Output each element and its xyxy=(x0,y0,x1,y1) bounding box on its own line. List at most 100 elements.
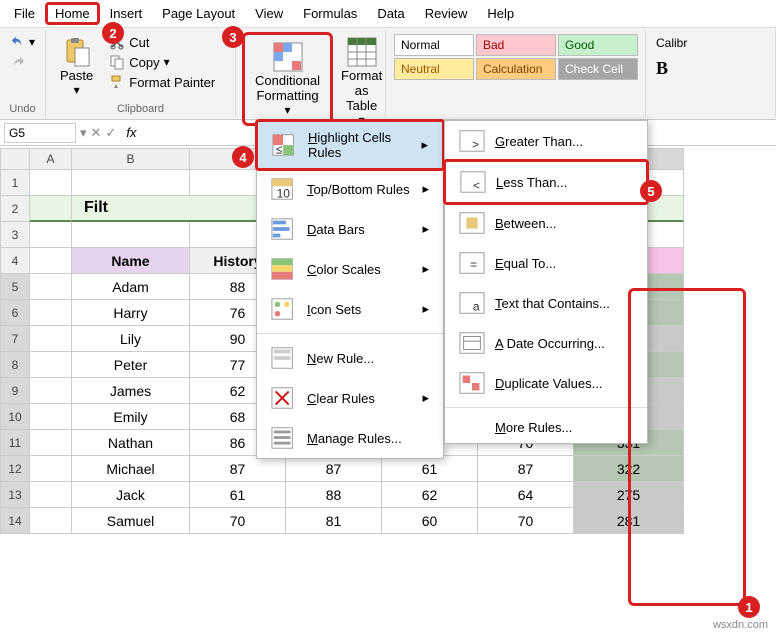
cf-menu-top-bottom-rules[interactable]: 10Top/Bottom Rules▸ xyxy=(257,169,443,209)
cell[interactable] xyxy=(30,378,72,404)
select-all-corner[interactable] xyxy=(0,148,30,170)
copy-button[interactable]: Copy ▾ xyxy=(105,52,219,72)
redo-button[interactable] xyxy=(6,52,39,72)
row-header-3[interactable]: 3 xyxy=(0,222,30,248)
row-header-12[interactable]: 12 xyxy=(0,456,30,482)
history-cell[interactable]: 61 xyxy=(190,482,286,508)
menu-help[interactable]: Help xyxy=(477,2,524,25)
name-cell[interactable]: Michael xyxy=(72,456,190,482)
undo-button[interactable]: ▾ xyxy=(6,32,39,52)
hc-menu-more-rules-[interactable]: More Rules... xyxy=(445,412,647,443)
cell[interactable] xyxy=(30,430,72,456)
font-name-combo[interactable]: Calibr xyxy=(652,32,769,54)
row-header-6[interactable]: 6 xyxy=(0,300,30,326)
row-header-9[interactable]: 9 xyxy=(0,378,30,404)
row-header-10[interactable]: 10 xyxy=(0,404,30,430)
hc-menu-greater-than-[interactable]: >Greater Than... xyxy=(445,121,647,161)
name-box[interactable] xyxy=(4,123,76,143)
cell[interactable] xyxy=(30,170,72,196)
hc-menu-equal-to-[interactable]: =Equal To... xyxy=(445,243,647,283)
style-normal[interactable]: Normal xyxy=(394,34,474,56)
format-painter-button[interactable]: Format Painter xyxy=(105,72,219,92)
menu-formulas[interactable]: Formulas xyxy=(293,2,367,25)
fx-icon[interactable]: fx xyxy=(120,125,142,140)
format-as-table-button[interactable]: Format as Table ▾ xyxy=(333,32,390,131)
menu-home[interactable]: Home xyxy=(45,2,100,25)
name-cell[interactable]: Samuel xyxy=(72,508,190,534)
cell[interactable] xyxy=(30,222,72,248)
style-bad[interactable]: Bad xyxy=(476,34,556,56)
name-cell[interactable]: Lily xyxy=(72,326,190,352)
cell[interactable]: 87 xyxy=(286,456,382,482)
menu-file[interactable]: File xyxy=(4,2,45,25)
conditional-formatting-button[interactable]: Conditional Formatting ▾ xyxy=(247,37,328,121)
cell[interactable] xyxy=(30,274,72,300)
name-cell[interactable]: Jack xyxy=(72,482,190,508)
hc-menu-text-that-contains-[interactable]: aText that Contains... xyxy=(445,283,647,323)
col-header-A[interactable]: A xyxy=(30,148,72,170)
row-header-13[interactable]: 13 xyxy=(0,482,30,508)
paste-button[interactable]: Paste ▾ xyxy=(52,32,101,101)
cell[interactable]: 88 xyxy=(286,482,382,508)
cell[interactable] xyxy=(30,456,72,482)
name-cell[interactable]: Emily xyxy=(72,404,190,430)
style-calculation[interactable]: Calculation xyxy=(476,58,556,80)
row-header-14[interactable]: 14 xyxy=(0,508,30,534)
cf-menu-highlight-cells-rules[interactable]: ≤Highlight Cells Rules▸ xyxy=(255,119,445,171)
menu-review[interactable]: Review xyxy=(415,2,478,25)
cell[interactable]: 64 xyxy=(478,482,574,508)
menu-insert[interactable]: Insert xyxy=(100,2,153,25)
cf-menu-data-bars[interactable]: Data Bars▸ xyxy=(257,209,443,249)
cf-menu-color-scales[interactable]: Color Scales▸ xyxy=(257,249,443,289)
cell[interactable]: 62 xyxy=(382,482,478,508)
cf-menu-new-rule-[interactable]: New Rule... xyxy=(257,338,443,378)
row-header-7[interactable]: 7 xyxy=(0,326,30,352)
menu-data[interactable]: Data xyxy=(367,2,414,25)
hc-menu-between-[interactable]: Between... xyxy=(445,203,647,243)
cancel-formula-icon[interactable]: ✕ xyxy=(91,125,102,141)
row-header-4[interactable]: 4 xyxy=(0,248,30,274)
style-check-cell[interactable]: Check Cell xyxy=(558,58,638,80)
cell[interactable] xyxy=(72,170,190,196)
cell[interactable]: 70 xyxy=(478,508,574,534)
row-header-1[interactable]: 1 xyxy=(0,170,30,196)
name-cell[interactable]: Harry xyxy=(72,300,190,326)
hc-menu-duplicate-values-[interactable]: Duplicate Values... xyxy=(445,363,647,403)
style-good[interactable]: Good xyxy=(558,34,638,56)
total-cell[interactable]: 275 xyxy=(574,482,684,508)
cell-styles-gallery[interactable]: Normal Bad Good Neutral Calculation Chec… xyxy=(392,32,639,82)
bold-button[interactable]: B xyxy=(652,54,769,83)
cell[interactable] xyxy=(30,482,72,508)
cf-menu-clear-rules[interactable]: Clear Rules▸ xyxy=(257,378,443,418)
header-name[interactable]: Name xyxy=(72,248,190,274)
cell[interactable] xyxy=(30,352,72,378)
cell[interactable] xyxy=(72,222,190,248)
cell[interactable]: 81 xyxy=(286,508,382,534)
cell[interactable]: 60 xyxy=(382,508,478,534)
row-header-8[interactable]: 8 xyxy=(0,352,30,378)
col-header-B[interactable]: B xyxy=(72,148,190,170)
menu-page-layout[interactable]: Page Layout xyxy=(152,2,245,25)
row-header-5[interactable]: 5 xyxy=(0,274,30,300)
cell[interactable] xyxy=(30,508,72,534)
history-cell[interactable]: 70 xyxy=(190,508,286,534)
row-header-11[interactable]: 11 xyxy=(0,430,30,456)
name-cell[interactable]: Adam xyxy=(72,274,190,300)
history-cell[interactable]: 87 xyxy=(190,456,286,482)
row-header-2[interactable]: 2 xyxy=(0,196,30,222)
cell[interactable] xyxy=(30,300,72,326)
hc-menu-a-date-occurring-[interactable]: A Date Occurring... xyxy=(445,323,647,363)
total-cell[interactable]: 322 xyxy=(574,456,684,482)
cell[interactable] xyxy=(30,248,72,274)
style-neutral[interactable]: Neutral xyxy=(394,58,474,80)
name-cell[interactable]: Peter xyxy=(72,352,190,378)
total-cell[interactable]: 281 xyxy=(574,508,684,534)
cell[interactable] xyxy=(30,404,72,430)
cf-menu-icon-sets[interactable]: Icon Sets▸ xyxy=(257,289,443,329)
name-cell[interactable]: Nathan xyxy=(72,430,190,456)
menu-view[interactable]: View xyxy=(245,2,293,25)
cf-menu-manage-rules-[interactable]: Manage Rules... xyxy=(257,418,443,458)
cell[interactable]: 87 xyxy=(478,456,574,482)
cell[interactable] xyxy=(30,196,72,222)
cell[interactable]: 61 xyxy=(382,456,478,482)
